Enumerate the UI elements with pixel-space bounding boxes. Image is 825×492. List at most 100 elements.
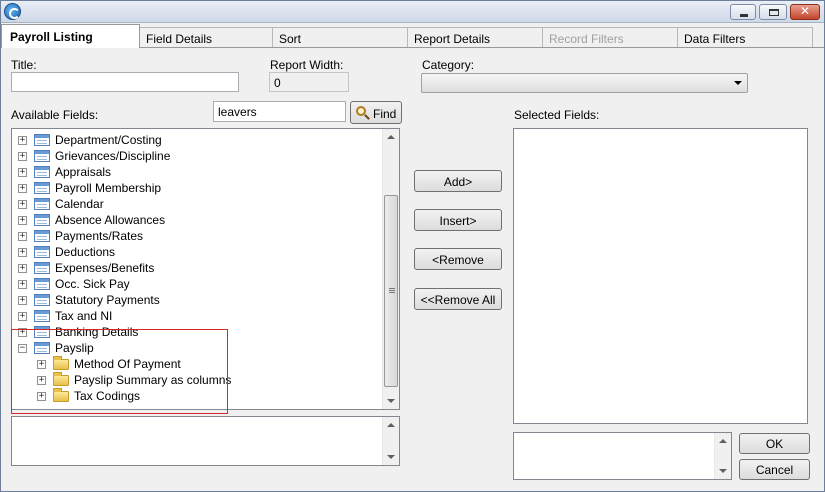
tree-item-label: Appraisals — [55, 165, 112, 179]
tab-data-filters[interactable]: Data Filters — [677, 27, 813, 47]
expand-icon[interactable]: + — [18, 280, 27, 289]
close-icon: ✕ — [799, 4, 811, 18]
expand-icon[interactable]: + — [18, 168, 27, 177]
insert-button[interactable]: Insert> — [414, 209, 502, 231]
table-icon — [34, 134, 50, 146]
tab-record-filters: Record Filters — [542, 27, 678, 47]
title-input[interactable] — [11, 72, 239, 92]
expand-icon[interactable]: + — [18, 136, 27, 145]
field-description-box — [11, 416, 400, 466]
tree-item-label: Calendar — [55, 197, 104, 211]
close-button[interactable]: ✕ — [790, 4, 820, 20]
expand-icon[interactable]: + — [18, 312, 27, 321]
cancel-button[interactable]: Cancel — [739, 459, 810, 480]
find-button[interactable]: Find — [350, 101, 402, 124]
remove-button[interactable]: <Remove — [414, 248, 502, 270]
tree-item-payments-rates[interactable]: + Payments/Rates — [12, 228, 382, 244]
scroll-thumb[interactable] — [384, 195, 398, 387]
tree-item-calendar[interactable]: + Calendar — [12, 196, 382, 212]
report-width-field: 0 — [269, 72, 349, 92]
tree-item-label: Department/Costing — [55, 133, 162, 147]
available-fields-label: Available Fields: — [11, 108, 99, 122]
description-scrollbar[interactable] — [382, 417, 399, 465]
tab-field-details[interactable]: Field Details — [139, 27, 273, 47]
tree-item-label: Occ. Sick Pay — [55, 277, 130, 291]
magnifier-icon — [356, 106, 366, 116]
tree-item-label: Expenses/Benefits — [55, 261, 155, 275]
minimize-button[interactable] — [730, 4, 756, 20]
expand-icon[interactable]: + — [18, 152, 27, 161]
selected-description-scrollbar[interactable] — [714, 433, 731, 479]
chevron-down-icon — [734, 81, 742, 85]
tree-item-label: Statutory Payments — [55, 293, 160, 307]
tree-item-statutory-payments[interactable]: + Statutory Payments — [12, 292, 382, 308]
expand-icon[interactable]: + — [18, 184, 27, 193]
tree-item-label: Payroll Membership — [55, 181, 162, 195]
report-designer-window: ✕ Payroll Listing Field Details Sort Rep… — [0, 0, 825, 492]
add-button[interactable]: Add> — [414, 170, 502, 192]
expand-icon[interactable]: + — [18, 232, 27, 241]
minimize-icon — [740, 14, 748, 17]
report-width-value: 0 — [274, 76, 281, 90]
scroll-up-icon[interactable] — [387, 135, 395, 139]
title-bar: ✕ — [1, 1, 824, 23]
tree-item-absence-allowances[interactable]: + Absence Allowances — [12, 212, 382, 228]
scroll-down-icon[interactable] — [387, 399, 395, 403]
selected-fields-list[interactable] — [513, 128, 808, 424]
selected-fields-label: Selected Fields: — [514, 108, 600, 122]
title-label: Title: — [11, 58, 37, 72]
field-search-input[interactable]: leavers — [213, 101, 346, 122]
maximize-button[interactable] — [759, 4, 787, 20]
tree-item-payroll-membership[interactable]: + Payroll Membership — [12, 180, 382, 196]
table-icon — [34, 214, 50, 226]
expand-icon[interactable]: + — [18, 264, 27, 273]
expand-icon[interactable]: + — [18, 200, 27, 209]
tree-item-label: Tax and NI — [55, 309, 113, 323]
table-icon — [34, 246, 50, 258]
app-logo-icon — [4, 3, 21, 20]
table-icon — [34, 294, 50, 306]
expand-icon[interactable]: + — [18, 216, 27, 225]
table-icon — [34, 230, 50, 242]
scroll-down-icon[interactable] — [387, 455, 395, 459]
tree-item-expenses-benefits[interactable]: + Expenses/Benefits — [12, 260, 382, 276]
tree-item-department-costing[interactable]: + Department/Costing — [12, 132, 382, 148]
scroll-up-icon[interactable] — [387, 423, 395, 427]
table-icon — [34, 278, 50, 290]
tree-item-label: Payments/Rates — [55, 229, 144, 243]
scroll-up-icon[interactable] — [719, 439, 727, 443]
category-select[interactable] — [421, 73, 748, 93]
ok-button[interactable]: OK — [739, 433, 810, 454]
maximize-icon — [769, 9, 779, 16]
expand-icon[interactable]: + — [18, 296, 27, 305]
find-button-label: Find — [373, 107, 397, 121]
expand-icon[interactable]: + — [18, 248, 27, 257]
tab-payroll-listing[interactable]: Payroll Listing — [1, 24, 140, 48]
tab-sort[interactable]: Sort — [272, 27, 408, 47]
category-label: Category: — [422, 58, 475, 72]
remove-all-button[interactable]: <<Remove All — [414, 288, 502, 310]
table-icon — [34, 166, 50, 178]
grip-icon — [389, 288, 395, 293]
available-fields-scrollbar[interactable] — [382, 129, 399, 409]
table-icon — [34, 150, 50, 162]
tree-item-label: Deductions — [55, 245, 116, 259]
tree-item-deductions[interactable]: + Deductions — [12, 244, 382, 260]
tab-strip: Payroll Listing Field Details Sort Repor… — [1, 24, 824, 48]
tree-item-appraisals[interactable]: + Appraisals — [12, 164, 382, 180]
table-icon — [34, 182, 50, 194]
tree-item-occ-sick-pay[interactable]: + Occ. Sick Pay — [12, 276, 382, 292]
tree-item-tax-and-ni[interactable]: + Tax and NI — [12, 308, 382, 324]
table-icon — [34, 198, 50, 210]
table-icon — [34, 310, 50, 322]
selected-description-box — [513, 432, 732, 480]
payroll-listing-panel: Title: Report Width: 0 Category: Availab… — [1, 47, 824, 491]
tab-report-details[interactable]: Report Details — [407, 27, 543, 47]
field-search-value: leavers — [218, 105, 257, 119]
report-width-label: Report Width: — [270, 58, 344, 72]
scroll-down-icon[interactable] — [719, 469, 727, 473]
table-icon — [34, 262, 50, 274]
tree-item-label: Grievances/Discipline — [55, 149, 171, 163]
tree-item-grievances-discipline[interactable]: + Grievances/Discipline — [12, 148, 382, 164]
tree-item-label: Absence Allowances — [55, 213, 166, 227]
